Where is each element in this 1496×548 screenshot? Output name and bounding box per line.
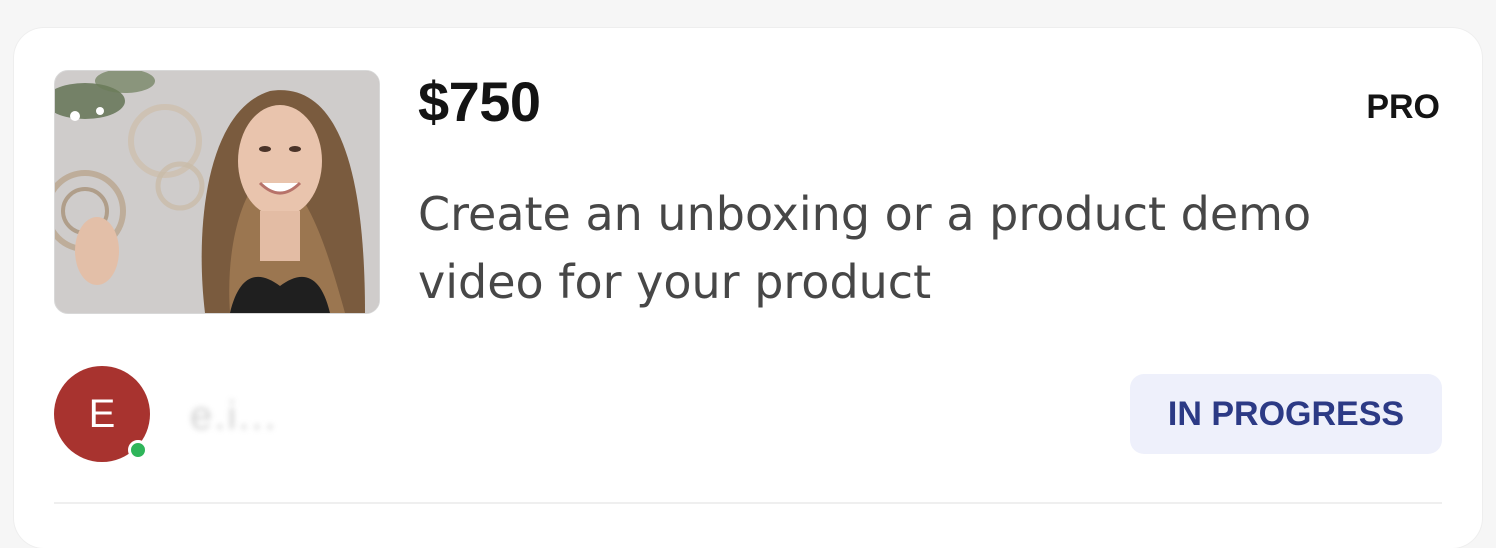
video-thumbnail[interactable] <box>54 70 380 314</box>
status-label: IN PROGRESS <box>1167 394 1405 433</box>
job-card[interactable]: $750 PRO Create an unboxing or a product… <box>14 28 1482 548</box>
online-status-icon <box>128 440 148 460</box>
creator-username[interactable]: e.i... <box>190 394 278 439</box>
tier-badge: PRO <box>1366 88 1440 126</box>
thumbnail-illustration <box>55 71 379 313</box>
price-label: $750 <box>418 70 541 133</box>
status-badge: IN PROGRESS <box>1130 374 1442 454</box>
divider <box>54 502 1442 504</box>
job-description[interactable]: Create an unboxing or a product demo vid… <box>418 180 1438 316</box>
avatar-initial: E <box>88 391 116 436</box>
